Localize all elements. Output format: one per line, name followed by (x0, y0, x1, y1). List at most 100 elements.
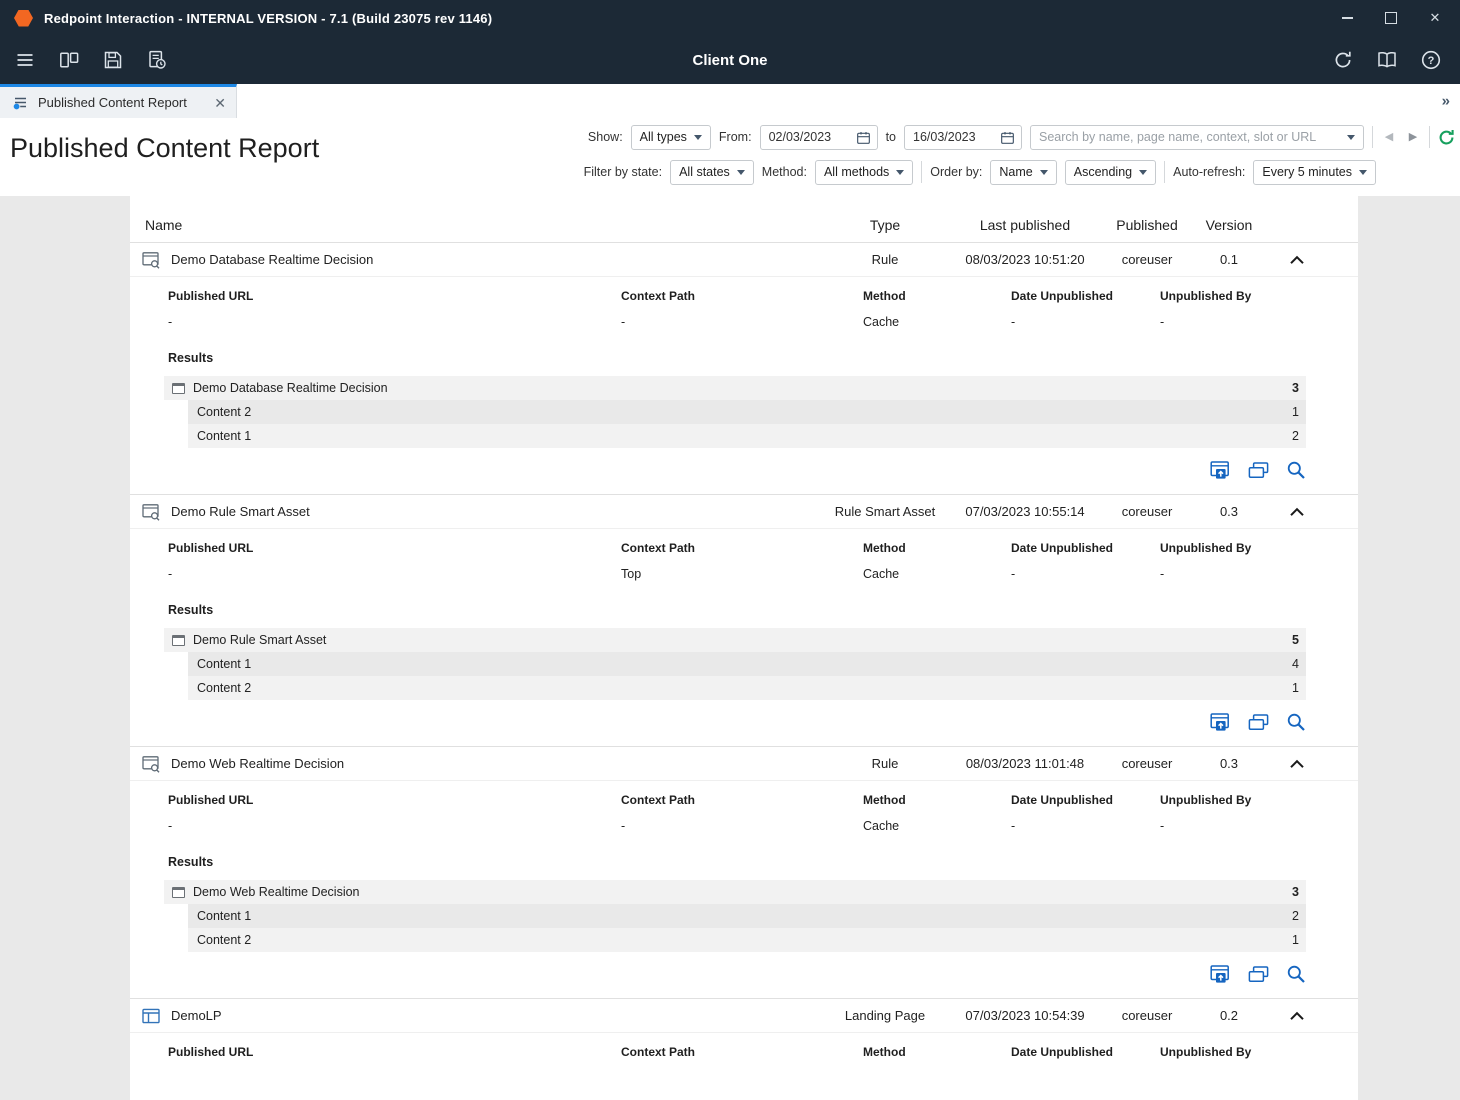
entry-name-cell[interactable]: Demo Rule Smart Asset (130, 503, 820, 521)
save-button[interactable] (94, 41, 132, 79)
chevron-down-icon (1040, 170, 1048, 175)
entry-version: 0.1 (1194, 252, 1264, 267)
results-section: Results Demo Rule Smart Asset5 Content 1 4… (130, 601, 1358, 700)
result-row[interactable]: Content 12 (188, 424, 1306, 448)
collapse-button[interactable] (1289, 255, 1305, 265)
report-history-icon (146, 49, 168, 71)
result-row[interactable]: Content 1 4 (188, 652, 1306, 676)
tab-close-icon[interactable]: ✕ (214, 96, 226, 110)
search-options-chevron-icon[interactable] (1347, 135, 1355, 140)
detail-labels: Published URLContext PathMethodDate Unpu… (168, 287, 1358, 305)
publish-button[interactable] (1210, 460, 1231, 480)
auto-refresh-select[interactable]: Every 5 minutes (1253, 160, 1376, 185)
duplicate-icon (1248, 460, 1269, 480)
menu-icon (14, 49, 36, 71)
tabstrip: Published Content Report ✕ » (0, 84, 1460, 118)
from-date-value: 02/03/2023 (769, 130, 832, 144)
duplicate-button[interactable] (1248, 460, 1269, 480)
menu-button[interactable] (6, 41, 44, 79)
maximize-button[interactable] (1384, 11, 1398, 25)
search-icon (1286, 460, 1306, 480)
minimize-button[interactable] (1340, 11, 1354, 25)
result-row[interactable]: Content 12 (188, 904, 1306, 928)
content-entry: Demo Database Realtime Decision Rule 08/… (130, 242, 1358, 494)
separator (1372, 126, 1373, 148)
entry-name-cell[interactable]: Demo Database Realtime Decision (130, 251, 820, 269)
result-name: Demo Web Realtime Decision (193, 885, 360, 899)
detail-label: Unpublished By (1160, 287, 1358, 305)
view-details-button[interactable] (1286, 712, 1306, 732)
view-details-button[interactable] (1286, 964, 1306, 984)
publish-button[interactable] (1210, 712, 1231, 732)
to-date-value: 16/03/2023 (913, 130, 976, 144)
collapse-button[interactable] (1289, 1011, 1305, 1021)
entry-details: Published URLContext PathMethodDate Unpu… (168, 539, 1358, 583)
detail-value: Cache (863, 313, 1011, 331)
detail-label: Date Unpublished (1011, 539, 1160, 557)
column-header-version: Version (1194, 217, 1264, 233)
state-filter-select[interactable]: All states (670, 160, 754, 185)
type-filter-value: All types (640, 130, 687, 144)
result-count: 1 (1292, 405, 1306, 419)
duplicate-button[interactable] (1248, 712, 1269, 732)
tab-published-content-report[interactable]: Published Content Report ✕ (0, 84, 237, 118)
detail-value: - (1160, 565, 1358, 583)
result-count: 4 (1292, 657, 1306, 671)
order-by-select[interactable]: Name (990, 160, 1056, 185)
filter-by-state-label: Filter by state: (584, 165, 663, 179)
documentation-button[interactable] (1368, 41, 1406, 79)
view-details-button[interactable] (1286, 460, 1306, 480)
client-name: Client One (692, 52, 767, 69)
show-label: Show: (588, 130, 623, 144)
close-button[interactable]: ✕ (1428, 11, 1442, 25)
collapse-button[interactable] (1289, 507, 1305, 517)
tab-overflow-chevron[interactable]: » (1442, 93, 1450, 110)
collapse-button[interactable] (1289, 759, 1305, 769)
detail-labels: Published URLContext PathMethodDate Unpu… (168, 539, 1358, 557)
prev-page-button[interactable]: ◀ (1381, 132, 1397, 143)
publish-button[interactable] (1210, 964, 1231, 984)
entry-actions (130, 448, 1358, 494)
duplicate-icon (1248, 712, 1269, 732)
method-filter-select[interactable]: All methods (815, 160, 913, 185)
detail-label: Method (863, 539, 1011, 557)
entry-details: Published URLContext PathMethodDate Unpu… (168, 287, 1358, 331)
content-window-icon (172, 383, 185, 394)
duplicate-button[interactable] (1248, 964, 1269, 984)
publish-icon (1210, 964, 1231, 984)
entry-name-cell[interactable]: DemoLP (130, 1008, 820, 1024)
result-row[interactable]: Content 21 (188, 928, 1306, 952)
boards-button[interactable] (50, 41, 88, 79)
entry-name-cell[interactable]: Demo Web Realtime Decision (130, 755, 820, 773)
detail-value: - (168, 565, 621, 583)
detail-label: Date Unpublished (1011, 287, 1160, 305)
to-date-input[interactable]: 16/03/2023 (904, 125, 1022, 150)
result-row[interactable]: Content 21 (188, 676, 1306, 700)
result-name: Content 1 (197, 657, 251, 671)
boards-icon (58, 49, 80, 71)
separator (1429, 126, 1430, 148)
result-row[interactable]: Content 21 (188, 400, 1306, 424)
search-input[interactable] (1031, 130, 1347, 144)
auto-refresh-value: Every 5 minutes (1262, 165, 1352, 179)
entry-row: Demo Web Realtime Decision Rule 08/03/20… (130, 747, 1358, 781)
refresh-button[interactable] (1438, 129, 1455, 146)
result-row[interactable]: Demo Database Realtime Decision3 (164, 376, 1306, 400)
results-label: Results (168, 601, 1358, 619)
order-direction-select[interactable]: Ascending (1065, 160, 1156, 185)
help-button[interactable]: ? (1412, 41, 1450, 79)
type-filter-select[interactable]: All types (631, 125, 711, 150)
detail-label: Unpublished By (1160, 1043, 1358, 1061)
result-row[interactable]: Demo Rule Smart Asset5 (164, 628, 1306, 652)
method-filter-value: All methods (824, 165, 889, 179)
entry-last-published: 07/03/2023 10:54:39 (950, 1008, 1100, 1023)
detail-value: - (1011, 817, 1160, 835)
next-page-button[interactable]: ▶ (1405, 132, 1421, 143)
detail-label: Context Path (621, 1043, 863, 1061)
detail-value: - (1160, 313, 1358, 331)
report-history-button[interactable] (138, 41, 176, 79)
result-row[interactable]: Demo Web Realtime Decision3 (164, 880, 1306, 904)
sync-button[interactable] (1324, 41, 1362, 79)
content-area: Name Type Last published Published Versi… (0, 196, 1460, 1060)
from-date-input[interactable]: 02/03/2023 (760, 125, 878, 150)
